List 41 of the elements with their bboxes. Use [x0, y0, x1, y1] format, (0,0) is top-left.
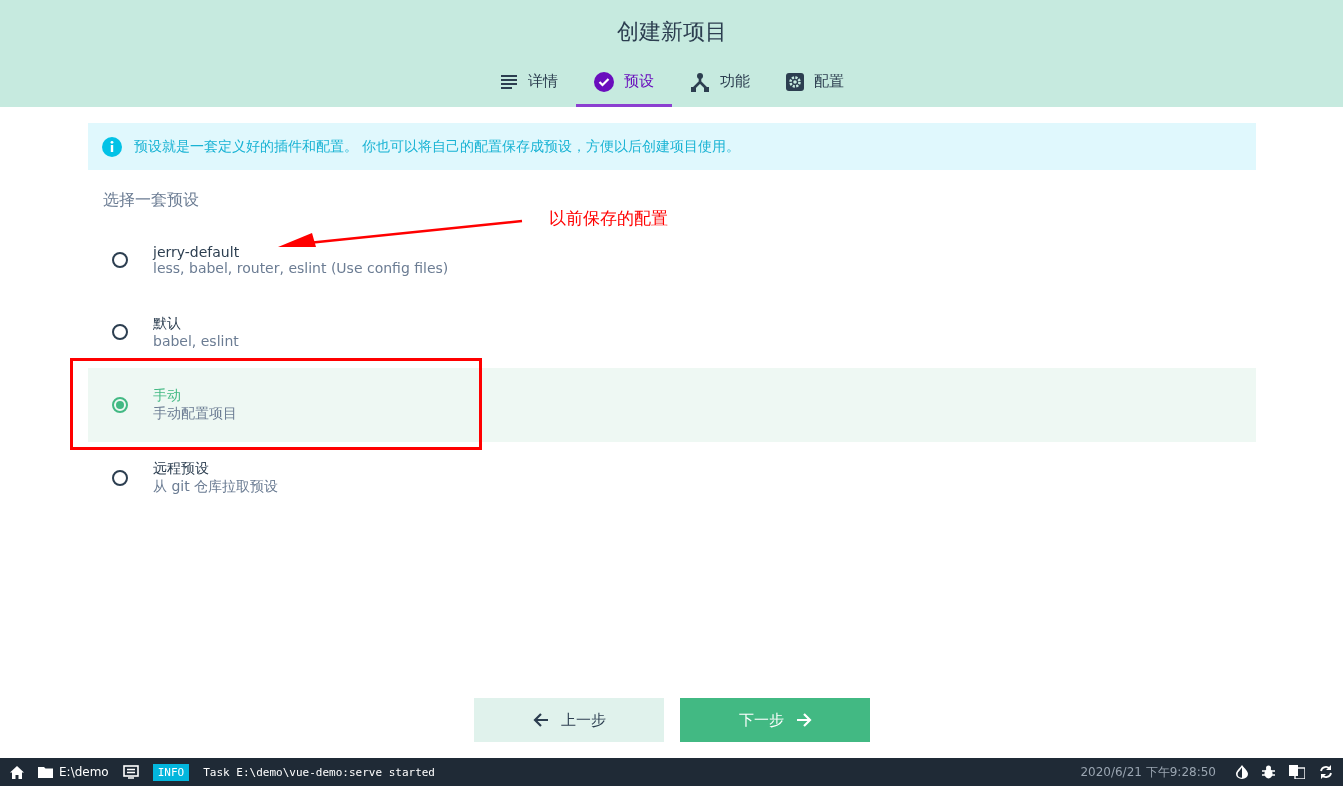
radio-button[interactable] — [112, 397, 128, 413]
tab[interactable]: 详情 — [481, 59, 576, 107]
preset-description: 手动配置项目 — [153, 405, 237, 423]
log-level-badge: INFO — [152, 763, 190, 781]
radio-button[interactable] — [112, 324, 128, 340]
tab[interactable]: 配置 — [767, 59, 862, 107]
preset-option[interactable]: 远程预设 从 git 仓库拉取预设 — [88, 442, 1256, 514]
folder-icon — [38, 766, 53, 778]
preset-option[interactable]: 手动 手动配置项目 — [88, 368, 1256, 442]
refresh-icon[interactable] — [1319, 765, 1333, 779]
lines-icon — [499, 73, 518, 90]
preset-name: 默认 — [153, 315, 182, 333]
radio-button[interactable] — [112, 470, 128, 486]
preset-name: 手动 — [153, 387, 182, 405]
log-message: Task E:\demo\vue-demo:serve started — [203, 765, 435, 779]
arrow-left-icon — [532, 712, 549, 728]
gear-icon — [785, 72, 804, 91]
bug-icon[interactable] — [1262, 765, 1275, 779]
console-icon[interactable] — [122, 765, 139, 779]
preset-description: 从 git 仓库拉取预设 — [153, 478, 279, 496]
fork-icon — [689, 71, 710, 92]
preset-description: less, babel, router, eslint (Use config files) — [153, 260, 449, 276]
radio-button[interactable] — [112, 252, 128, 268]
home-icon[interactable] — [10, 765, 24, 779]
tab[interactable]: 预设 — [575, 59, 672, 107]
check-circle-icon — [593, 71, 614, 92]
page-title: 创建新项目 — [616, 18, 727, 46]
annotation-text: 以前保存的配置 — [549, 207, 668, 230]
info-text: 预设就是一套定义好的插件和配置。 你也可以将自己的配置保存成预设，方便以后创建项目使用。 — [134, 137, 741, 156]
info-icon — [102, 136, 122, 157]
arrow-right-icon — [795, 712, 812, 728]
preset-description: babel, eslint — [153, 333, 239, 349]
section-title: 选择一套预设 — [103, 190, 200, 211]
tab[interactable]: 功能 — [671, 59, 768, 107]
datetime: 2020/6/21 下午9:28:50 — [1080, 763, 1216, 781]
preset-name: 远程预设 — [153, 460, 210, 478]
preset-name: jerry-default — [153, 244, 241, 260]
contrast-icon[interactable] — [1236, 765, 1248, 779]
preset-option[interactable]: 默认 babel, eslint — [88, 296, 1256, 368]
folder-link[interactable]: E:\demo — [38, 765, 109, 779]
back-button[interactable]: 上一步 — [474, 698, 664, 742]
